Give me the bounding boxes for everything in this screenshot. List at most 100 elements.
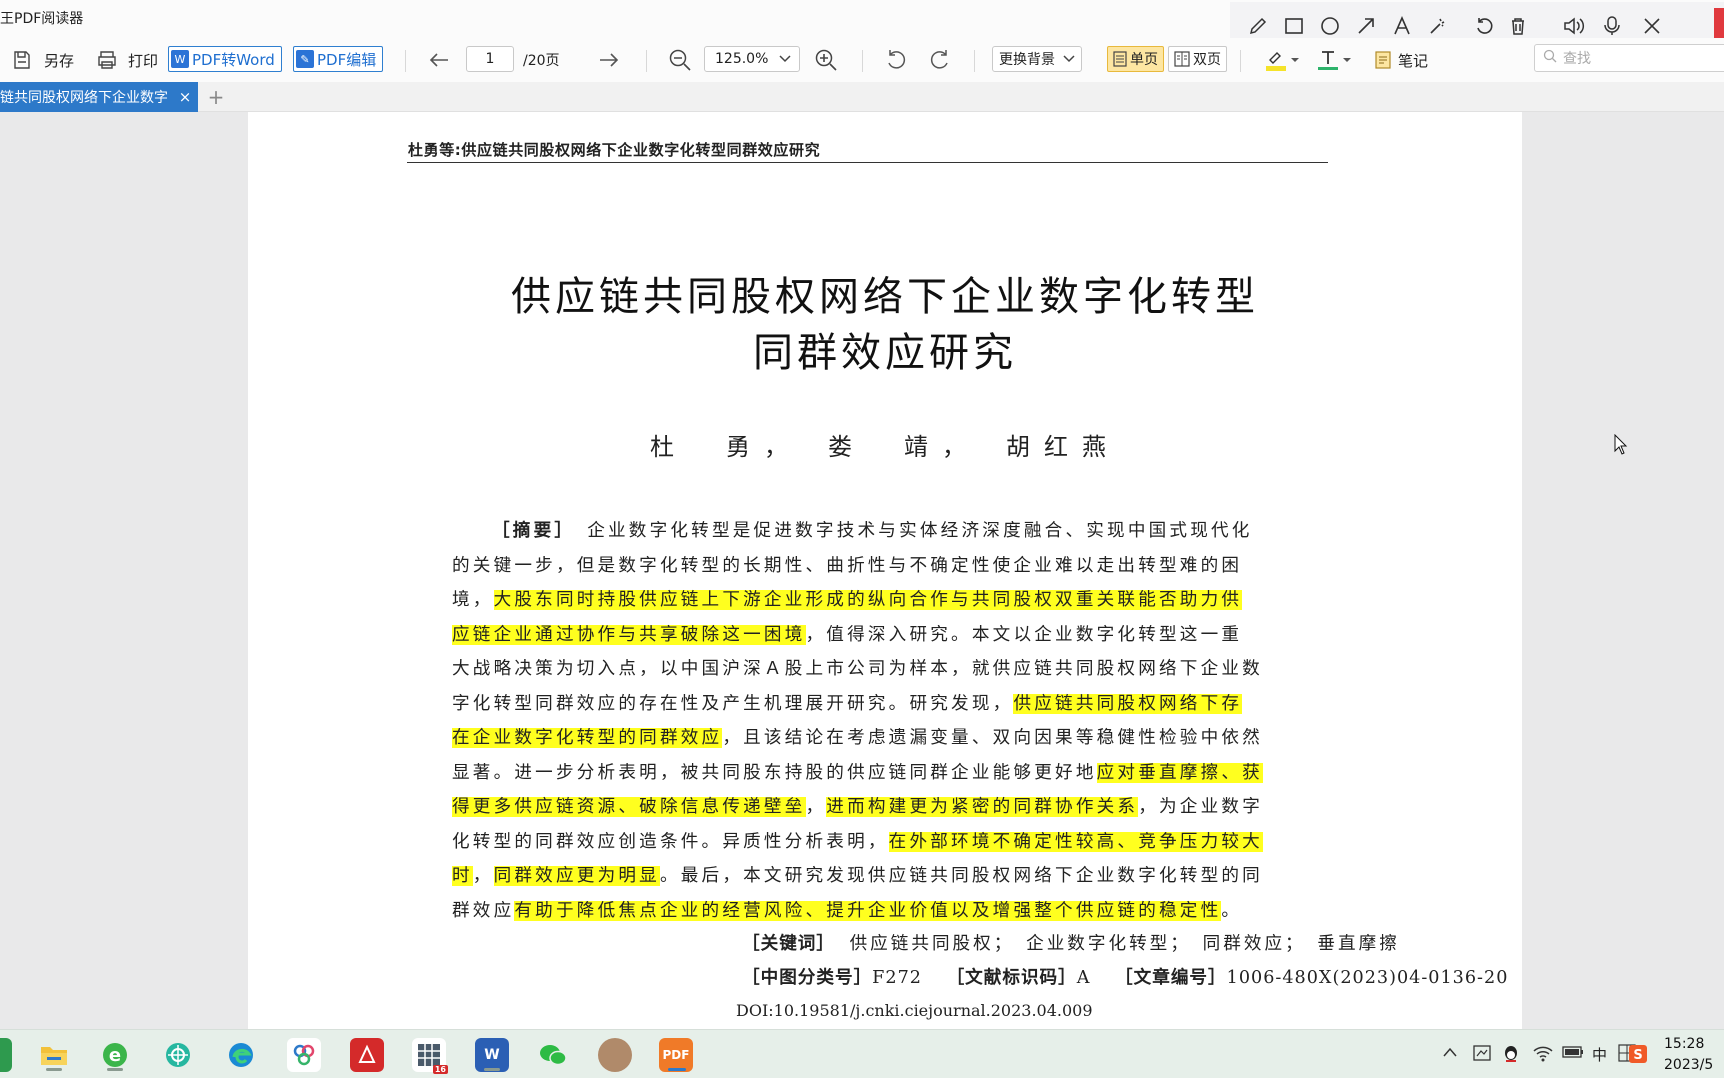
single-page-toggle[interactable]: 单页 [1107,46,1164,72]
main-toolbar: 另存 打印 W PDF转Word ✎ PDF编辑 1 /20页 125.0% 更… [0,38,1724,82]
prev-page-button[interactable] [428,46,450,74]
new-tab-button[interactable]: + [206,85,226,109]
browser-e-icon[interactable]: e [98,1038,132,1072]
pdf-edit-button[interactable]: ✎ PDF编辑 [293,46,384,72]
file-explorer-icon[interactable] [37,1038,71,1072]
wechat-icon[interactable] [536,1038,570,1072]
abstract-line: 在企业数字化转型的同群效应，且该结论在考虑遗漏变量、双向因果等稳健性检验中依然 [452,721,1282,756]
doc-code-value: A [1076,968,1091,988]
clc-label: ［中图分类号］ [742,968,873,988]
highlighted-text[interactable]: 供应链共同股权网络下存 [1013,693,1243,714]
double-page-toggle[interactable]: 双页 [1168,46,1227,72]
rotate-right-icon [928,48,952,72]
document-viewer[interactable]: 杜勇等:供应链共同股权网络下企业数字化转型同群效应研究 供应链共同股权网络下企业… [0,112,1724,1029]
sogou-ime-icon[interactable]: S [1628,1044,1648,1068]
system-clock[interactable]: 15:28 2023/5 [1664,1034,1713,1076]
document-title-line-2: 同群效应研究 [753,330,1017,376]
highlighted-text[interactable]: 同群效应更为明显 [493,866,660,886]
rotate-right-button[interactable] [928,46,952,74]
highlighted-text[interactable]: 应链企业通过协作与共享破除这一困境 [452,624,806,645]
abstract-text: 企业数字化转型是促进数字技术与实体经济深度融合、实现中国式现代化 [587,521,1253,541]
rectangle-icon[interactable] [1280,12,1308,40]
app-title: 王PDF阅读器 [0,11,84,27]
save-as-button[interactable]: 另存 [12,46,74,74]
highlighted-text[interactable]: 时 [452,866,473,886]
title-bar: 王PDF阅读器 [0,0,1724,48]
search-input[interactable]: 查找 [1534,44,1724,72]
circle-icon[interactable] [1316,12,1344,40]
abstract-line: 得更多供应链资源、破除信息传递壁垒，进而构建更为紧密的同群协作关系，为企业数字 [452,790,1282,825]
highlighted-text[interactable]: 在企业数字化转型的同群效应 [452,728,723,748]
notes-button[interactable]: 笔记 [1374,46,1428,74]
abstract-text: 化转型的同群效应创造条件。异质性分析表明， [452,831,889,852]
chevron-down-icon [1063,55,1075,63]
highlighted-text[interactable]: 应对垂直摩擦、获 [1096,762,1263,783]
app-icon-green[interactable] [0,1038,12,1072]
abstract[interactable]: ［摘要］ 企业数字化转型是促进数字技术与实体经济深度融合、实现中国式现代化 的关键一… [452,514,1282,928]
word-app-icon[interactable]: W [475,1038,509,1072]
background-select[interactable]: 更换背景 [992,46,1082,72]
keywords-line: ［关键词］ 供应链共同股权； 企业数字化转型； 同群效应； 垂直摩擦 [742,930,1400,955]
trash-icon[interactable] [1504,12,1532,40]
highlighted-text[interactable]: 得更多供应链资源、破除信息传递壁垒 [452,797,806,817]
print-button[interactable]: 打印 [96,46,158,74]
input-method-indicator[interactable]: 中 [1592,1044,1607,1065]
abstract-line: 显著。进一步分析表明，被共同股东持股的供应链同群企业能够更好地应对垂直摩擦、获 [452,756,1282,791]
undo-icon[interactable] [1470,12,1498,40]
pdf-reader-app-icon[interactable]: PDF [659,1038,693,1072]
abstract-text: ，且该结论在考虑遗漏变量、双向因果等稳健性检验中依然 [722,728,1263,748]
speaker-icon[interactable] [1560,12,1588,40]
microphone-icon[interactable] [1598,12,1626,40]
printer-icon [96,50,118,70]
edge-browser-icon[interactable] [224,1038,258,1072]
pdf-to-word-button[interactable]: W PDF转Word [168,46,282,72]
toolbar-divider [405,50,406,72]
zoom-out-button[interactable] [668,46,692,74]
text-icon[interactable] [1388,12,1416,40]
text-color-button[interactable] [1316,46,1352,74]
rotate-left-button[interactable] [884,46,908,74]
qq-icon[interactable] [1502,1044,1520,1068]
abstract-text: ， [805,797,827,817]
toolbar-divider [862,50,863,72]
abstract-text: ，为企业数字 [1138,797,1263,817]
pdf-app-red-icon[interactable] [350,1038,384,1072]
svg-text:e: e [109,1045,121,1066]
close-icon[interactable] [1638,12,1666,40]
highlighted-text[interactable]: 大股东同时持股供应链上下游企业形成的纵向合作与共同股权双重关联能否助力供 [493,590,1243,610]
clock-date: 2023/5 [1664,1057,1714,1073]
abstract-line: 时，同群效应更为明显。最后，本文研究发现供应链共同股权网络下企业数字化转型的同 [452,859,1282,894]
security-app-icon[interactable] [161,1038,195,1072]
zoom-in-button[interactable] [814,46,838,74]
document-title-line-1: 供应链共同股权网络下企业数字化转型 [511,274,1259,320]
calendar-app-icon[interactable]: 16 [412,1038,448,1074]
clock-time: 15:28 [1664,1036,1705,1052]
abstract-line: 应链企业通过协作与共享破除这一困境，值得深入研究。本文以企业数字化转型这一重 [452,618,1282,653]
next-page-button[interactable] [598,46,620,74]
document-tab[interactable]: 链共同股权网络下企业数字 [0,82,198,112]
cloud-app-icon[interactable] [287,1038,321,1072]
running-head: 杜勇等:供应链共同股权网络下企业数字化转型同群效应研究 [408,141,821,159]
save-as-label: 另存 [44,51,75,70]
chevron-up-icon[interactable] [1442,1044,1458,1062]
tab-close-icon[interactable]: × [176,88,194,106]
record-indicator[interactable] [1714,8,1724,40]
toolbar-divider [646,50,647,72]
classification-line: ［中图分类号］F272 ［文献标识码］A ［文章编号］1006-480X(202… [742,964,1508,989]
wifi-icon[interactable] [1532,1044,1554,1066]
highlighted-text[interactable]: 在外部环境不确定性较高、竞争压力较大 [888,831,1263,852]
zoom-select[interactable]: 125.0% [704,46,800,72]
highlighted-text[interactable]: 进而构建更为紧密的同群协作关系 [826,797,1139,817]
arrow-icon[interactable] [1352,12,1380,40]
battery-icon[interactable] [1562,1044,1584,1064]
magic-wand-icon[interactable] [1424,12,1452,40]
page-number-input[interactable]: 1 [466,46,514,72]
pencil-icon[interactable] [1244,12,1272,40]
keywords-text: 供应链共同股权； 企业数字化转型； 同群效应； 垂直摩擦 [849,934,1400,954]
tray-app-icon[interactable] [1472,1044,1492,1066]
highlighted-text[interactable]: 有助于降低焦点企业的经营风险、提升企业价值以及增强整个供应链的稳定性 [514,900,1222,921]
avatar-app-icon[interactable] [598,1038,632,1072]
arrow-left-icon [428,50,450,70]
highlight-color-button[interactable] [1264,46,1300,74]
background-label: 更换背景 [999,52,1055,68]
